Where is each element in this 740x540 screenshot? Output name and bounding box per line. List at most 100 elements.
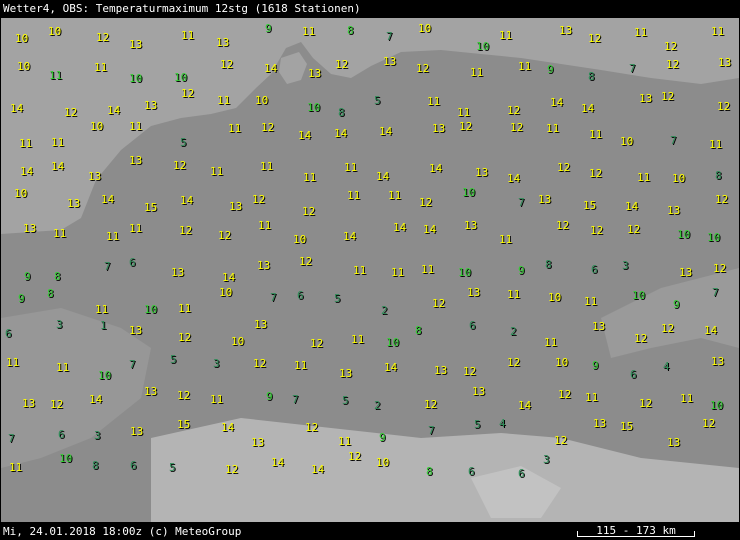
station-value: 11 [470, 66, 484, 79]
station-value: 12 [416, 62, 430, 75]
station-value: 13 [22, 397, 36, 410]
station-value: 11 [347, 189, 361, 202]
station-value: 8 [426, 465, 433, 478]
station-value: 5 [334, 292, 341, 305]
station-value: 12 [556, 219, 570, 232]
station-value: 11 [302, 25, 316, 38]
station-value: 12 [64, 106, 78, 119]
station-value: 10 [707, 231, 721, 244]
station-value: 14 [393, 221, 407, 234]
station-value: 11 [228, 122, 242, 135]
station-value: 13 [472, 385, 486, 398]
station-value: 10 [48, 25, 62, 38]
station-value: 6 [591, 263, 598, 276]
station-value: 10 [418, 22, 432, 35]
station-value: 14 [429, 162, 443, 175]
station-value: 7 [386, 30, 393, 43]
station-value: 13 [559, 24, 573, 37]
station-value: 11 [584, 295, 598, 308]
station-value: 7 [104, 260, 111, 273]
station-value: 9 [673, 298, 680, 311]
station-value: 9 [18, 292, 25, 305]
station-value: 10 [129, 72, 143, 85]
station-value: 12 [463, 365, 477, 378]
station-value: 12 [173, 159, 187, 172]
station-value: 6 [5, 327, 12, 340]
station-value: 11 [217, 94, 231, 107]
station-value: 13 [475, 166, 489, 179]
station-value: 13 [23, 222, 37, 235]
station-value: 11 [518, 60, 532, 73]
station-value: 11 [106, 230, 120, 243]
station-value: 14 [264, 62, 278, 75]
station-value: 12 [253, 357, 267, 370]
station-value: 10 [14, 187, 28, 200]
station-value: 11 [427, 95, 441, 108]
station-value: 14 [107, 104, 121, 117]
station-value: 11 [353, 264, 367, 277]
station-value: 6 [468, 465, 475, 478]
station-value: 14 [10, 102, 24, 115]
station-value: 14 [271, 456, 285, 469]
station-value: 11 [210, 165, 224, 178]
station-value: 12 [348, 450, 362, 463]
station-value: 8 [545, 258, 552, 271]
station-value: 11 [178, 302, 192, 315]
station-value: 11 [181, 29, 195, 42]
station-value: 13 [383, 55, 397, 68]
station-value: 11 [258, 219, 272, 232]
station-value: 10 [555, 356, 569, 369]
scale-line [577, 536, 695, 537]
station-value: 12 [177, 389, 191, 402]
station-value: 11 [129, 222, 143, 235]
station-value: 12 [178, 331, 192, 344]
station-value: 11 [546, 122, 560, 135]
station-value: 12 [179, 224, 193, 237]
station-value: 3 [56, 318, 63, 331]
station-value: 6 [130, 459, 137, 472]
station-value: 14 [334, 127, 348, 140]
station-value: 10 [17, 60, 31, 73]
station-value: 10 [219, 286, 233, 299]
station-value: 11 [6, 356, 20, 369]
station-value: 10 [231, 335, 245, 348]
station-value: 9 [592, 359, 599, 372]
station-value: 10 [462, 186, 476, 199]
station-value: 10 [376, 456, 390, 469]
station-value: 11 [294, 359, 308, 372]
station-value: 10 [632, 289, 646, 302]
station-value: 11 [388, 189, 402, 202]
station-value: 12 [432, 297, 446, 310]
station-value: 2 [374, 399, 381, 412]
station-value: 12 [634, 332, 648, 345]
station-value: 10 [174, 71, 188, 84]
station-value: 10 [476, 40, 490, 53]
station-value: 8 [415, 324, 422, 337]
status-bar: Mi, 24.01.2018 18:00z (c) MeteoGroup 115… [0, 522, 740, 540]
station-value: 15 [144, 201, 158, 214]
station-value: 12 [459, 120, 473, 133]
station-value: 12 [225, 463, 239, 476]
station-value: 2 [510, 325, 517, 338]
station-value: 12 [589, 167, 603, 180]
station-value: 5 [342, 394, 349, 407]
station-value: 14 [89, 393, 103, 406]
station-value: 5 [180, 136, 187, 149]
station-value: 12 [702, 417, 716, 430]
station-value: 12 [507, 104, 521, 117]
station-value: 12 [588, 32, 602, 45]
weather-map[interactable]: 10 10 12 13 11 13 9 11 8 7 10 10 11 13 12 11 12 11 10 11 11 1… [1, 18, 739, 522]
station-value: 6 [469, 319, 476, 332]
station-value: 8 [54, 270, 61, 283]
station-value: 7 [712, 286, 719, 299]
station-value: 5 [170, 353, 177, 366]
station-value: 12 [715, 193, 729, 206]
station-value: 14 [625, 200, 639, 213]
station-value: 3 [94, 429, 101, 442]
station-value: 14 [51, 160, 65, 173]
station-value: 13 [467, 286, 481, 299]
station-value: 9 [24, 270, 31, 283]
station-value: 14 [376, 170, 390, 183]
station-value: 12 [717, 100, 731, 113]
station-value: 11 [344, 161, 358, 174]
